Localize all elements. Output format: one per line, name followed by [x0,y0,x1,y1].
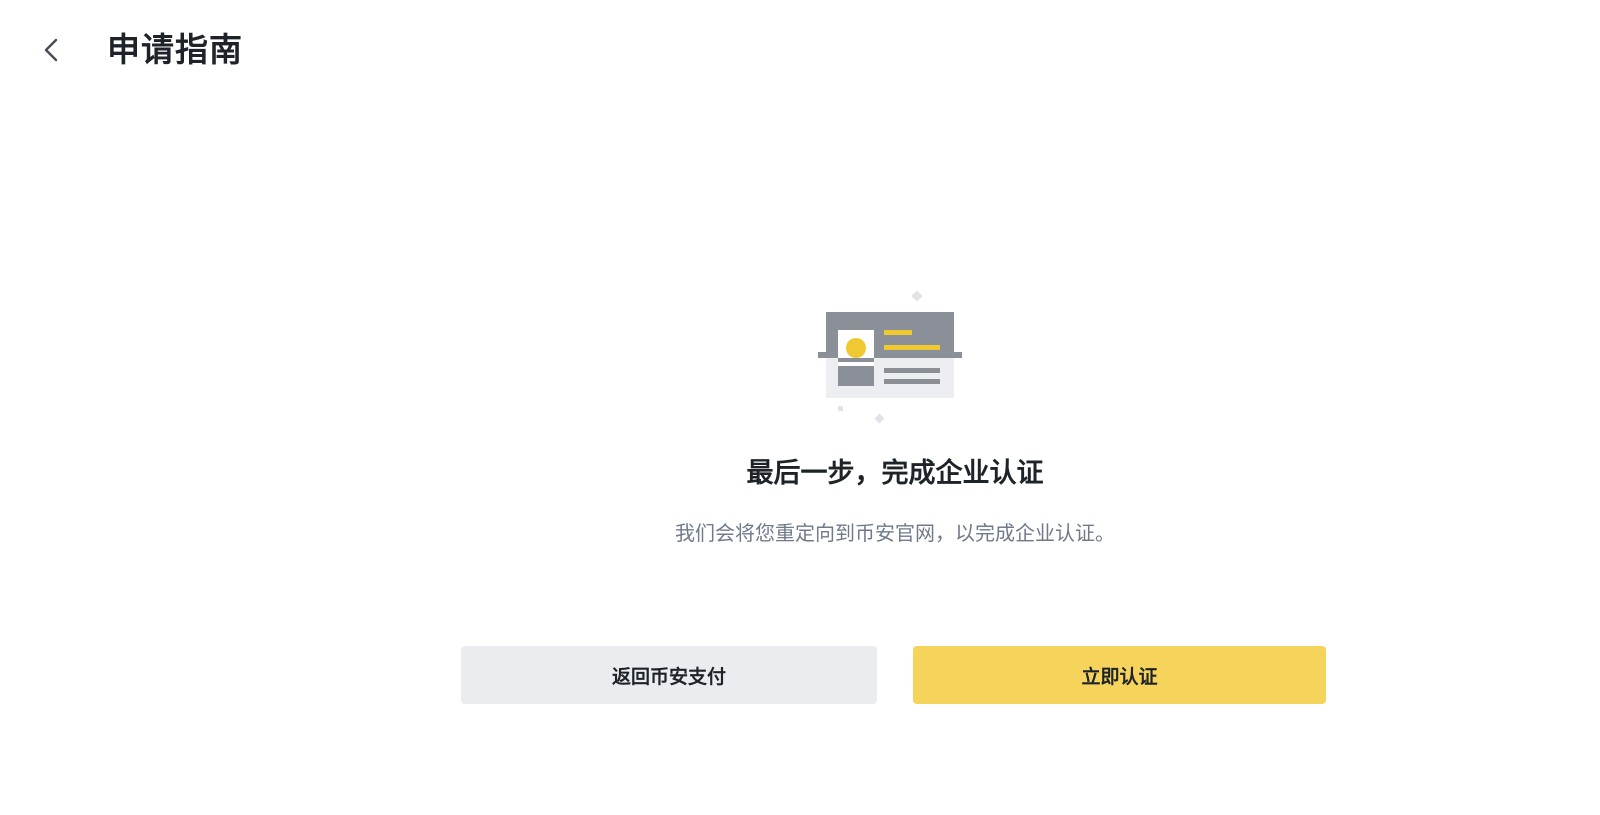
page-title: 申请指南 [107,30,243,69]
chevron-left-icon [44,38,58,62]
description: 我们会将您重定向到币安官网，以完成企业认证。 [675,521,1115,545]
page: 申请指南 最后一步，完成企业认证 我们会将您重定向到币安官网，以完成企业认证。 … [0,0,1600,815]
back-button[interactable] [36,34,66,66]
verify-now-button[interactable]: 立即认证 [913,646,1326,704]
main-heading: 最后一步，完成企业认证 [746,458,1044,489]
back-to-binance-pay-button[interactable]: 返回币安支付 [461,646,877,704]
header: 申请指南 [0,0,1600,100]
id-card-icon [818,290,962,424]
